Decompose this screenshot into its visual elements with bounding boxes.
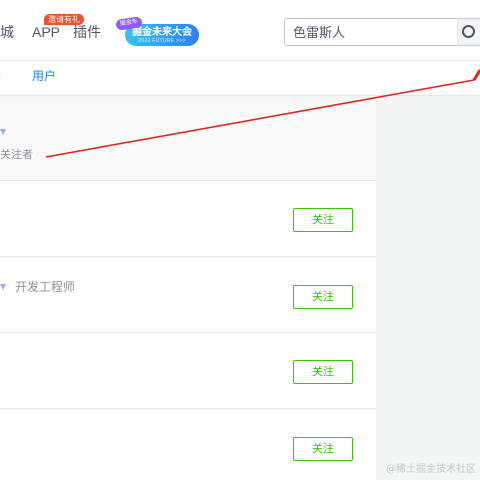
- search-type-tabs: ‹ 用户: [0, 61, 480, 96]
- search-box: [284, 18, 480, 46]
- followers-label: 关注者: [0, 149, 33, 161]
- watermark: @稀土掘金技术社区: [386, 464, 476, 475]
- follow-button[interactable]: 关注: [293, 360, 353, 384]
- level-badge-icon: [0, 129, 6, 135]
- top-navbar: 城 APP 邀请有礼 插件 掘金未来大会 2022 FUTURE >>> 掘金年: [0, 0, 480, 61]
- nav-item-plugin[interactable]: 插件: [73, 23, 101, 41]
- search-icon: [462, 25, 475, 38]
- search-button[interactable]: [457, 19, 480, 45]
- follow-button[interactable]: 关注: [293, 285, 353, 309]
- tab-users[interactable]: 用户: [32, 68, 56, 84]
- banner-subtitle: 2022 FUTURE >>>: [138, 38, 186, 44]
- list-item[interactable]: 关注: [0, 333, 376, 409]
- list-item[interactable]: 开发工程师 关注: [0, 257, 376, 333]
- banner-title: 掘金未来大会: [132, 27, 192, 38]
- search-input[interactable]: [285, 19, 463, 45]
- nav-item-mall[interactable]: 城: [0, 23, 14, 41]
- follow-button[interactable]: 关注: [293, 208, 353, 232]
- list-item[interactable]: 关注: [0, 181, 376, 257]
- tab-previous[interactable]: ‹: [0, 68, 1, 84]
- follow-button[interactable]: 关注: [293, 437, 353, 461]
- user-results-list: 关注者 关注 开发工程师 关注 关注 关注: [0, 103, 376, 480]
- nav-item-app[interactable]: APP: [32, 23, 60, 41]
- level-badge-icon: [0, 284, 6, 290]
- list-item[interactable]: 关注: [0, 409, 376, 480]
- user-job-title: 开发工程师: [15, 280, 76, 294]
- list-item[interactable]: 关注者: [0, 103, 376, 181]
